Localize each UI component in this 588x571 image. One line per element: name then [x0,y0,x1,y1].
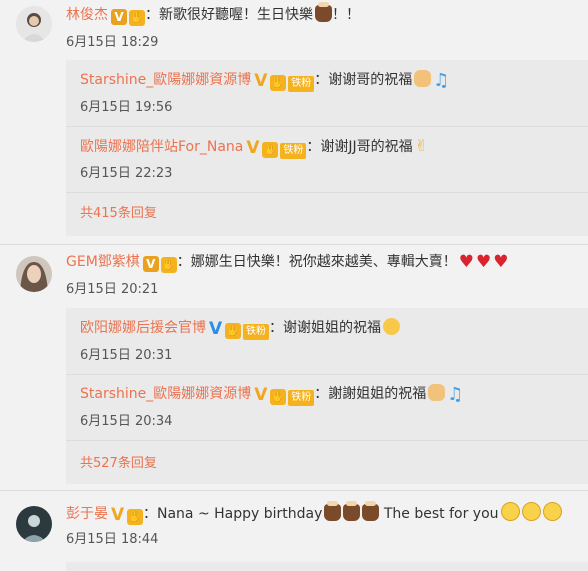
smile-emoji-icon [542,502,562,521]
cake-emoji-icon [343,501,361,521]
hand-icon: ✋ [262,142,279,158]
hand-icon: ✋ [270,389,287,405]
fan-badge: 铁粉 [288,390,315,406]
reply-text: ：谢谢姐姐的祝福 [269,320,381,336]
verified-icon: V [209,319,223,339]
hand-icon: ✋ [270,75,287,91]
divider [66,192,588,193]
heart-icon: ♥ [476,252,492,272]
comment-time: 6月15日 20:21 [66,282,159,297]
cake-emoji-icon [324,501,342,521]
verified-icon: V [142,256,159,272]
verified-icon: V [111,9,127,25]
reply-time: 6月15日 20:34 [80,414,173,429]
reply-box: 欧阳娜娜后援会官博 V ✋ 铁粉 ：谢谢姐姐的祝福 6月15日 20:31 Starsh… [66,308,588,484]
reply-box: Starshine_歐陽娜娜資源博 V ✋ 铁粉 ：谢谢哥的祝福 ♫ 6月15日 19:5… [66,60,588,236]
reply-time: 6月15日 19:56 [80,100,173,115]
smile-emoji-icon [521,502,541,521]
comment-text: ：娜娜生日快樂！祝你越來越美、專輯大賣！ [176,254,457,270]
fist-emoji-icon [428,384,446,401]
hand-icon: ✋ [127,509,143,525]
cake-emoji-icon [315,2,332,22]
avatar[interactable] [16,506,52,542]
heart-icon: ♥ [458,252,475,272]
reply-time: 6月15日 22:23 [80,166,173,181]
fan-badge: 铁粉 [243,324,269,340]
divider [66,440,588,441]
comment-username[interactable]: 林俊杰 [66,7,108,23]
comment-text: ：Nana ~ Happy birthday [143,506,323,522]
avatar[interactable] [16,6,52,42]
reply-text: ：谢谢哥的祝福 [314,72,413,88]
fan-badge: 铁粉 [288,76,315,92]
comment-text-tail: ！！ [332,7,360,23]
reply-username[interactable]: Starshine_歐陽娜娜資源博 [80,386,251,402]
verified-icon: V [254,385,268,405]
divider [66,126,588,127]
smile-emoji-icon [500,502,520,521]
comment-username[interactable]: 彭于晏 [66,506,108,522]
reply-box [66,562,588,571]
avatar[interactable] [16,256,52,292]
reply-text: ：謝謝姐姐的祝福 [314,386,427,402]
comment-time: 6月15日 18:44 [66,532,159,547]
fan-badge: 铁粉 [280,143,307,159]
hand-icon: ✋ [160,257,177,273]
divider [66,374,588,375]
reply-username[interactable]: Starshine_歐陽娜娜資源博 [80,72,251,88]
music-note-icon: ♫ [433,70,450,91]
hand-icon: ✋ [225,323,241,339]
reply-text: ：谢谢JJ哥的祝福 [306,139,413,155]
more-replies-link[interactable]: 共527条回复 [80,454,157,474]
cake-emoji-icon [362,501,380,521]
fist-emoji-icon [414,70,432,87]
heart-icon: ♥ [493,252,509,272]
music-note-icon: ♫ [447,384,464,405]
victory-hand-icon: ✌ [414,136,429,155]
verified-icon: V [246,138,260,158]
reply-time: 6月15日 20:31 [80,348,173,363]
blush-emoji-icon [383,318,400,335]
reply-username[interactable]: 歐陽娜娜陪伴站For_Nana [80,139,243,155]
comment-username[interactable]: GEM鄧紫棋 [66,254,140,270]
divider [0,244,588,245]
verified-icon: V [254,71,268,91]
comment-text: ：新歌很好聽喔！生日快樂 [145,7,313,23]
hand-icon: ✋ [129,10,145,26]
more-replies-link[interactable]: 共415条回复 [80,204,157,224]
divider [0,490,588,491]
comment-time: 6月15日 18:29 [66,35,159,50]
verified-icon: V [111,505,125,525]
comment-text-tail: The best for you [379,506,499,522]
reply-username[interactable]: 欧阳娜娜后援会官博 [80,320,206,336]
